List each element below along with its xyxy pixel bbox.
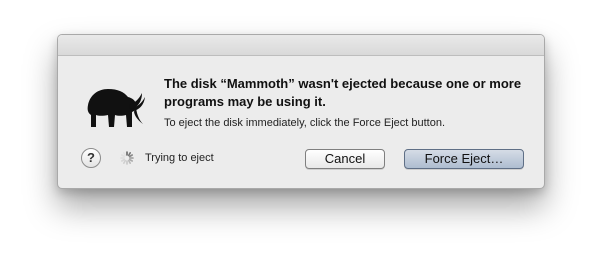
cancel-button[interactable]: Cancel	[305, 149, 385, 169]
help-icon: ?	[87, 150, 95, 165]
dialog-informative-text: To eject the disk immediately, click the…	[164, 117, 446, 129]
dialog-titlebar	[58, 35, 544, 56]
force-eject-button[interactable]: Force Eject…	[404, 149, 524, 169]
help-button[interactable]: ?	[81, 148, 101, 168]
status-label: Trying to eject	[145, 152, 214, 164]
eject-warning-dialog: The disk “Mammoth” wasn't ejected becaus…	[57, 34, 545, 189]
mammoth-icon	[87, 89, 145, 127]
dialog-message: The disk “Mammoth” wasn't ejected becaus…	[164, 76, 522, 109]
screen: The disk “Mammoth” wasn't ejected becaus…	[0, 0, 600, 267]
spinner-icon	[120, 151, 134, 165]
